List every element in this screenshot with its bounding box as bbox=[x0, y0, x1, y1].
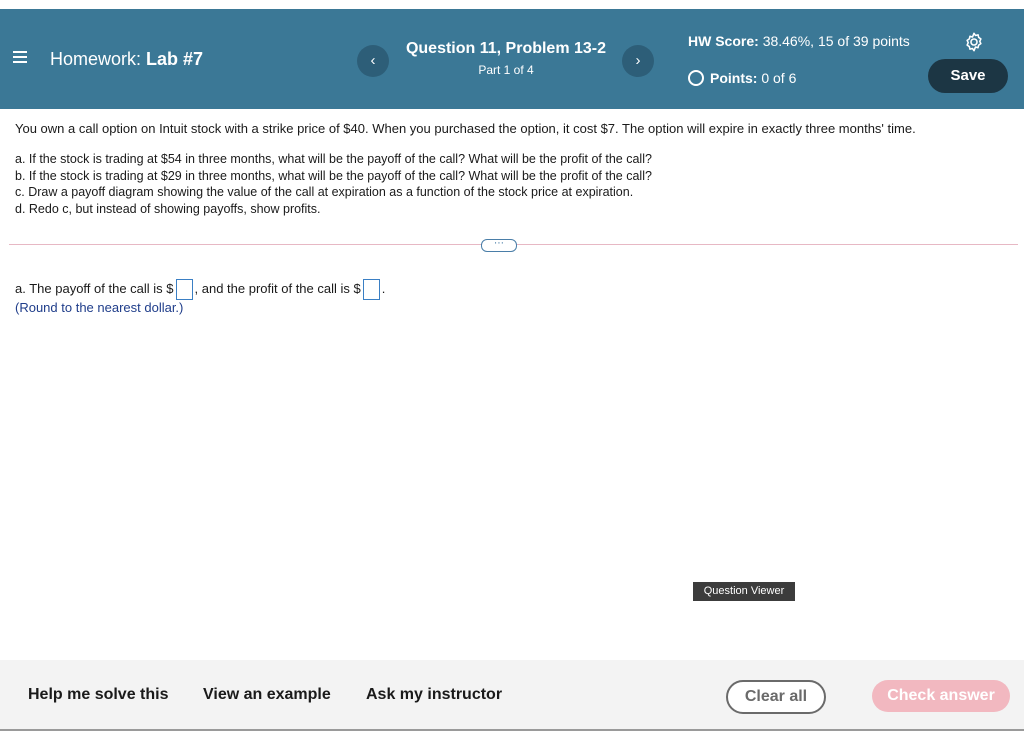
points-status: Points: 0 of 6 bbox=[688, 70, 796, 86]
payoff-answer-input[interactable] bbox=[175, 279, 193, 300]
hamburger-menu-icon[interactable] bbox=[13, 51, 27, 65]
hw-score-value: 38.46%, 15 of 39 points bbox=[762, 33, 910, 49]
answer-prefix: a. The payoff of the call is $ bbox=[15, 280, 174, 296]
problem-part-d: d. Redo c, but instead of showing payoff… bbox=[15, 201, 321, 216]
help-me-solve-button[interactable]: Help me solve this bbox=[28, 686, 169, 704]
problem-intro: You own a call option on Intuit stock wi… bbox=[15, 121, 916, 136]
problem-part-a: a. If the stock is trading at $54 in thr… bbox=[15, 152, 652, 166]
problem-part-b: b. If the stock is trading at $29 in thr… bbox=[15, 168, 652, 183]
rounding-note: (Round to the nearest dollar.) bbox=[15, 300, 184, 315]
ask-instructor-button[interactable]: Ask my instructor bbox=[366, 686, 502, 704]
header-bar: Homework: Lab #7 ‹ Question 11, Problem … bbox=[0, 9, 1024, 109]
homework-name: Lab #7 bbox=[146, 49, 204, 69]
answer-line: a. The payoff of the call is $ , and the … bbox=[15, 279, 385, 300]
answer-suffix: . bbox=[381, 280, 386, 296]
problem-part-c: c. Draw a payoff diagram showing the val… bbox=[15, 185, 634, 199]
gear-icon[interactable] bbox=[963, 31, 985, 53]
check-answer-button[interactable]: Check answer bbox=[872, 680, 1010, 712]
profit-answer-input[interactable] bbox=[362, 279, 380, 300]
clear-all-button[interactable]: Clear all bbox=[726, 680, 826, 714]
points-label: Points: bbox=[710, 70, 758, 86]
chevron-right-icon: › bbox=[635, 52, 641, 69]
next-question-button[interactable]: › bbox=[622, 45, 654, 77]
previous-question-button[interactable]: ‹ bbox=[357, 45, 389, 77]
homework-title: Homework: Lab #7 bbox=[50, 49, 203, 70]
footer-bar: Help me solve this View an example Ask m… bbox=[0, 660, 1024, 731]
chevron-left-icon: ‹ bbox=[370, 52, 376, 69]
expand-more-button[interactable]: ⋯ bbox=[481, 239, 517, 252]
points-value: 0 of 6 bbox=[761, 70, 797, 86]
hw-score-label: HW Score: bbox=[688, 33, 759, 49]
save-button[interactable]: Save bbox=[928, 59, 1008, 93]
answer-middle: , and the profit of the call is $ bbox=[194, 280, 361, 296]
problem-parts: a. If the stock is trading at $54 in thr… bbox=[15, 151, 652, 217]
view-example-button[interactable]: View an example bbox=[203, 686, 331, 704]
empty-circle-icon bbox=[688, 70, 704, 86]
question-viewer-button[interactable]: Question Viewer bbox=[693, 582, 795, 601]
homework-prefix: Homework: bbox=[50, 49, 142, 69]
top-strip bbox=[0, 0, 1024, 9]
question-part: Part 1 of 4 bbox=[478, 63, 534, 77]
hw-score: HW Score: 38.46%, 15 of 39 points bbox=[688, 32, 918, 51]
question-title: Question 11, Problem 13-2 bbox=[405, 40, 607, 57]
